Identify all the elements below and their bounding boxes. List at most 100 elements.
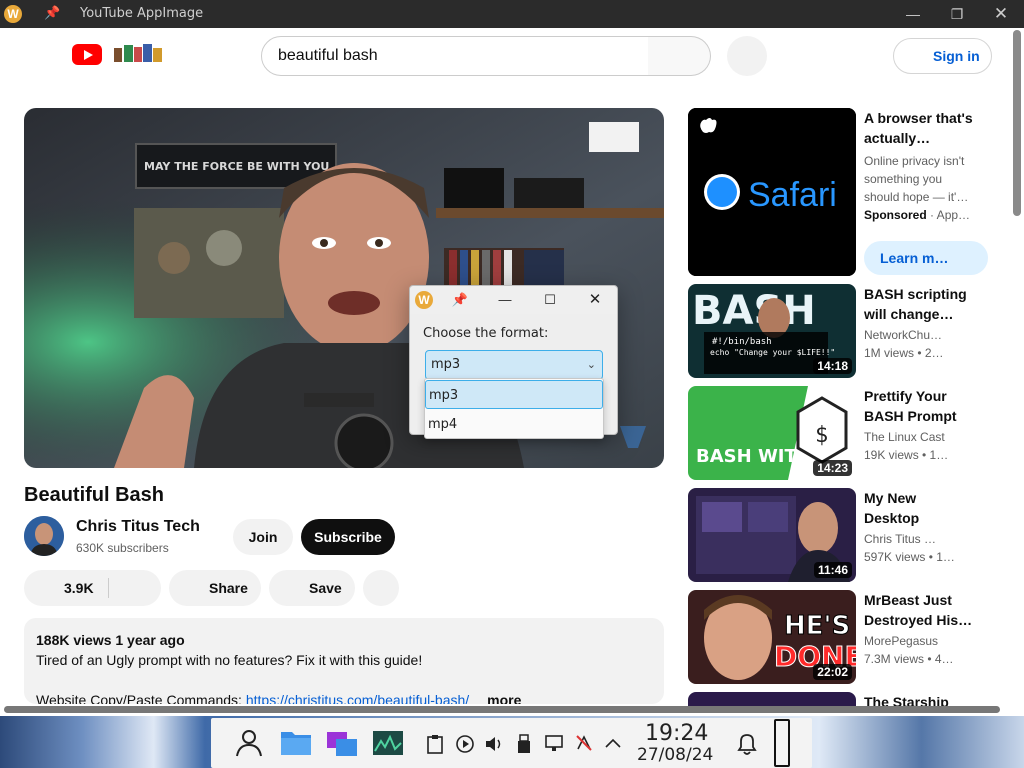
rec-channel[interactable]: The Linux Cast	[864, 430, 945, 444]
rec-title[interactable]: The Starship	[864, 692, 974, 706]
duration-badge: 22:02	[813, 664, 852, 680]
dialog-titlebar: W 📌 — ☐ ✕	[410, 286, 617, 314]
rec-channel[interactable]: Chris Titus …	[864, 532, 936, 546]
sponsored-label: Sponsored	[864, 208, 927, 222]
like-dislike-divider	[108, 578, 109, 598]
chevron-up-icon[interactable]	[603, 735, 623, 751]
rec-thumbnail[interactable]	[688, 692, 856, 706]
ad-source: · App…	[930, 208, 971, 222]
youtube-logo-icon[interactable]	[72, 44, 102, 65]
rec-views: 1M views • 2…	[864, 346, 944, 360]
duration-badge: 11:46	[813, 562, 852, 578]
minimize-icon[interactable]: —	[495, 290, 515, 310]
description-box[interactable]: 188K views 1 year ago Tired of an Ugly p…	[24, 618, 664, 704]
maximize-icon[interactable]: ☐	[540, 290, 560, 310]
rec-title[interactable]: BASH scripting will change…	[864, 284, 974, 324]
learn-more-button[interactable]: Learn m…	[864, 241, 988, 275]
minimize-icon[interactable]: —	[902, 3, 924, 25]
chevron-down-icon: ⌄	[586, 358, 596, 371]
rec-video-1[interactable]: BASH #!/bin/bash echo "Change your $LIFE…	[688, 284, 988, 378]
restore-icon[interactable]: ❐	[946, 3, 968, 25]
rec-views: 19K views • 1…	[864, 448, 949, 462]
search-input[interactable]: beautiful bash	[261, 36, 649, 76]
file-manager-icon[interactable]	[280, 728, 312, 756]
close-icon[interactable]: ✕	[990, 3, 1012, 25]
channel-avatar[interactable]	[24, 516, 64, 556]
display-icon[interactable]	[544, 733, 564, 753]
rec-title[interactable]: Prettify Your BASH Prompt	[864, 386, 974, 426]
ad-title[interactable]: A browser that's actually…	[864, 108, 974, 148]
rec-video-4[interactable]: HE'S DONE 22:02 MrBeast Just Destroyed H…	[688, 590, 988, 684]
description-link-label: Website Copy/Paste Commands:	[36, 692, 246, 704]
like-button[interactable]: 3.9K	[24, 570, 161, 606]
app-icon: W	[4, 5, 22, 23]
thumb-echo-line: echo "Change your $LIFE!!"	[710, 348, 835, 357]
ad-brand-text: Safari	[748, 176, 837, 214]
search-button[interactable]	[648, 36, 711, 76]
format-option-mp4[interactable]: mp4	[425, 410, 603, 439]
network-disconnected-icon[interactable]	[574, 733, 594, 753]
join-button[interactable]: Join	[233, 519, 293, 555]
rec-title[interactable]: My New Desktop	[864, 488, 974, 528]
subscriber-count: 630K subscribers	[76, 541, 169, 555]
rec-title[interactable]: MrBeast Just Destroyed His…	[864, 590, 974, 630]
thumb-bash-text: BASH	[692, 288, 816, 334]
user-icon[interactable]	[234, 728, 264, 758]
window-titlebar: W 📌 YouTube AppImage — ❐ ✕	[0, 0, 1024, 28]
thumb-code-line: #!/bin/bash	[712, 337, 772, 347]
more-actions-button[interactable]	[363, 570, 399, 606]
ad-thumbnail[interactable]: Safari	[688, 108, 856, 276]
rec-channel[interactable]: NetworkChu…	[864, 328, 942, 342]
media-play-icon[interactable]	[455, 734, 475, 754]
voice-search-button[interactable]	[727, 36, 767, 76]
sign-text: MAY THE FORCE BE WITH YOU	[144, 160, 329, 173]
horizontal-scrollbar[interactable]	[4, 706, 1000, 713]
thumb-hes-text: HE'S	[784, 611, 850, 641]
svg-text:$: $	[815, 423, 828, 448]
show-desktop-button[interactable]	[774, 719, 790, 767]
vertical-scrollbar[interactable]	[1013, 30, 1021, 216]
description-meta: 188K views 1 year ago	[36, 632, 185, 648]
subscribe-button[interactable]: Subscribe	[301, 519, 395, 555]
notification-bell-icon[interactable]	[735, 731, 759, 757]
rec-video-2[interactable]: BASH WITH MORE POWER! $ 14:23 Prettify Y…	[688, 386, 988, 480]
format-select[interactable]: mp3 ⌄	[425, 350, 603, 380]
window-title: YouTube AppImage	[80, 6, 204, 21]
rec-thumbnail[interactable]: BASH #!/bin/bash echo "Change your $LIFE…	[688, 284, 856, 378]
system-monitor-icon[interactable]	[372, 729, 404, 757]
pin-icon[interactable]: 📌	[44, 5, 60, 21]
volume-icon[interactable]	[484, 734, 504, 754]
share-button[interactable]: Share	[169, 570, 261, 606]
like-count: 3.9K	[64, 580, 94, 596]
format-label: Choose the format:	[423, 326, 549, 341]
pin-icon[interactable]: 📌	[450, 290, 470, 310]
usb-device-icon[interactable]	[516, 733, 532, 755]
rec-views: 7.3M views • 4…	[864, 652, 954, 666]
description-link[interactable]: https://christitus.com/beautiful-bash/	[246, 692, 469, 704]
close-icon[interactable]: ✕	[585, 290, 605, 310]
ad-sponsored-line: Sponsored · App…	[864, 206, 970, 224]
rec-views: 597K views • 1…	[864, 550, 955, 564]
rec-thumbnail[interactable]: 11:46	[688, 488, 856, 582]
clipboard-icon[interactable]	[426, 734, 444, 754]
rec-thumbnail[interactable]: BASH WITH MORE POWER! $ 14:23	[688, 386, 856, 480]
clock-time[interactable]: 19:24	[645, 721, 708, 746]
description-links-line: Website Copy/Paste Commands: https://chr…	[36, 692, 521, 704]
ad-description: Online privacy isn't something you shoul…	[864, 154, 969, 204]
clock-date[interactable]: 27/08/24	[637, 745, 713, 765]
save-button[interactable]: Save	[269, 570, 355, 606]
format-dropdown-list: mp3 mp4	[424, 378, 604, 439]
rec-channel[interactable]: MorePegasus	[864, 634, 938, 648]
rec-video-5[interactable]: The Starship	[688, 692, 988, 706]
format-selected-value: mp3	[431, 357, 461, 372]
duration-badge: 14:23	[813, 460, 852, 476]
window-switcher-icon[interactable]	[326, 730, 358, 758]
description-text: Tired of an Ugly prompt with no features…	[36, 652, 423, 668]
sign-in-button[interactable]: Sign in	[893, 38, 992, 74]
channel-name[interactable]: Chris Titus Tech	[76, 518, 200, 536]
rec-thumbnail[interactable]: HE'S DONE 22:02	[688, 590, 856, 684]
rec-video-3[interactable]: 11:46 My New Desktop Chris Titus … 597K …	[688, 488, 988, 582]
description-more-button[interactable]: more	[487, 692, 521, 704]
doodle-logo[interactable]	[112, 42, 164, 66]
format-option-mp3[interactable]: mp3	[425, 380, 603, 409]
